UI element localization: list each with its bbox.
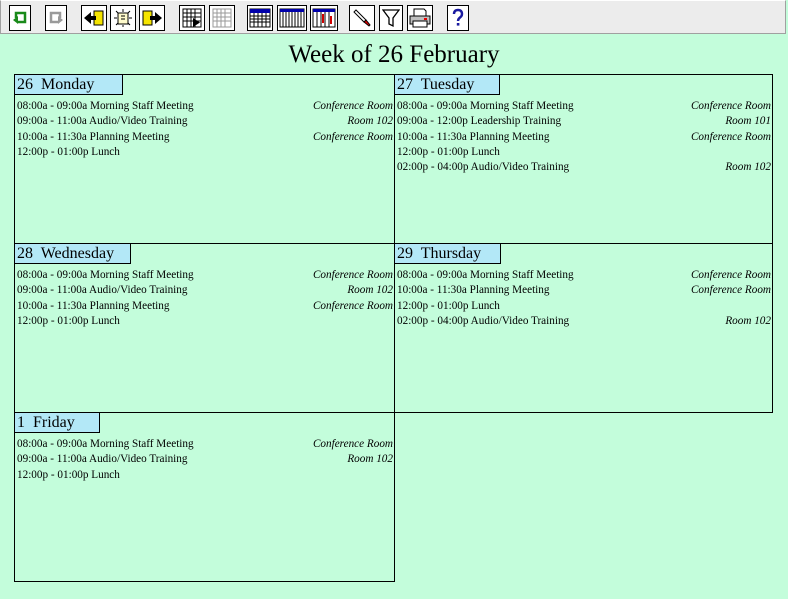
columns-view-button[interactable] bbox=[277, 5, 307, 31]
today-button[interactable] bbox=[110, 5, 136, 31]
grid-play-icon bbox=[182, 8, 202, 28]
day-cell-wednesday[interactable]: 28 Wednesday 08:00a - 09:00a Morning Sta… bbox=[14, 243, 395, 413]
event-location: Room 102 bbox=[347, 453, 393, 466]
help-button[interactable] bbox=[447, 5, 469, 31]
event-location: Room 102 bbox=[725, 314, 771, 327]
day-cell-friday[interactable]: 1 Friday 08:00a - 09:00a Morning Staff M… bbox=[14, 412, 395, 582]
event-location: Conference Room bbox=[312, 269, 393, 281]
highlighter-icon bbox=[353, 9, 371, 27]
question-mark-icon bbox=[452, 8, 464, 26]
event-item[interactable]: 10:00a - 11:30a Planning Meeting Conferen… bbox=[397, 130, 772, 145]
event-item[interactable]: 08:00a - 09:00a Morning Staff Meeting Con… bbox=[397, 268, 772, 283]
event-location: Room 102 bbox=[347, 284, 393, 297]
filter-button[interactable] bbox=[379, 5, 403, 31]
event-item[interactable]: 10:00a - 11:30a Planning Meeting Conferen… bbox=[17, 130, 394, 145]
page-title: Week of 26 February bbox=[288, 41, 500, 68]
event-location: Conference Room bbox=[312, 438, 393, 450]
event-item[interactable]: 09:00a - 12:00p Leadership Training Room … bbox=[397, 114, 772, 129]
event-location: Room 102 bbox=[347, 115, 393, 128]
printer-icon bbox=[409, 8, 431, 28]
calendar-grid-icon bbox=[249, 8, 271, 28]
grid-icon bbox=[212, 8, 232, 28]
columns-icon bbox=[279, 8, 305, 28]
next-button[interactable] bbox=[139, 5, 165, 31]
play-button[interactable] bbox=[179, 5, 205, 31]
blank-grid-button[interactable] bbox=[209, 5, 235, 31]
event-location: Conference Room bbox=[312, 100, 393, 112]
day-header-tuesday: 27 Tuesday bbox=[395, 75, 500, 95]
day-cell-monday[interactable]: 26 Monday 08:00a - 09:00a Morning Staff … bbox=[14, 74, 395, 244]
event-list: 08:00a - 09:00a Morning Staff Meeting Con… bbox=[17, 99, 394, 160]
event-location: Conference Room bbox=[690, 269, 771, 281]
event-item[interactable]: 12:00p - 01:00p Lunch bbox=[17, 468, 394, 483]
event-list: 08:00a - 09:00a Morning Staff Meeting Con… bbox=[17, 437, 394, 483]
event-item[interactable]: 08:00a - 09:00a Morning Staff Meeting Con… bbox=[17, 437, 394, 452]
day-header-thursday: 29 Thursday bbox=[395, 244, 501, 264]
day-cell-thursday[interactable]: 29 Thursday 08:00a - 09:00a Morning Staf… bbox=[394, 243, 773, 413]
event-list: 08:00a - 09:00a Morning Staff Meeting Con… bbox=[397, 268, 772, 329]
day-header-friday: 1 Friday bbox=[15, 413, 100, 433]
funnel-icon bbox=[382, 9, 400, 28]
timeline-view-button[interactable] bbox=[310, 5, 338, 31]
event-location: Conference Room bbox=[312, 130, 393, 143]
event-item[interactable]: 08:00a - 09:00a Morning Staff Meeting Con… bbox=[17, 99, 394, 114]
arrow-right-icon bbox=[142, 10, 162, 26]
event-location: Room 102 bbox=[725, 161, 771, 174]
previous-button[interactable] bbox=[81, 5, 107, 31]
event-location: Conference Room bbox=[690, 130, 771, 143]
event-item[interactable]: 09:00a - 11:00a Audio/Video Training Room… bbox=[17, 114, 394, 129]
event-list: 08:00a - 09:00a Morning Staff Meeting Con… bbox=[17, 268, 394, 329]
event-location: Room 101 bbox=[725, 115, 771, 128]
sun-icon bbox=[114, 9, 132, 27]
undo-arrow-icon bbox=[13, 11, 27, 24]
event-item[interactable]: 08:00a - 09:00a Morning Staff Meeting Con… bbox=[397, 99, 772, 114]
day-header-wednesday: 28 Wednesday bbox=[15, 244, 131, 264]
event-item[interactable]: 10:00a - 11:30a Planning Meeting Conferen… bbox=[17, 299, 394, 314]
event-location: Conference Room bbox=[312, 299, 393, 312]
event-item[interactable]: 12:00p - 01:00p Lunch bbox=[397, 145, 772, 160]
event-item[interactable]: 10:00a - 11:30a Planning Meeting Conferen… bbox=[397, 283, 772, 298]
event-item[interactable]: 09:00a - 11:00a Audio/Video Training Room… bbox=[17, 452, 394, 467]
event-location: Conference Room bbox=[690, 284, 771, 297]
week-view-button[interactable] bbox=[247, 5, 273, 31]
event-location: Conference Room bbox=[690, 100, 771, 112]
toolbar bbox=[0, 0, 786, 34]
redo-arrow-icon bbox=[49, 11, 63, 24]
redo-button[interactable] bbox=[45, 5, 67, 31]
arrow-left-icon bbox=[84, 10, 104, 26]
event-item[interactable]: 02:00p - 04:00p Audio/Video Training Room… bbox=[397, 160, 772, 175]
event-item[interactable]: 12:00p - 01:00p Lunch bbox=[17, 145, 394, 160]
event-item[interactable]: 09:00a - 11:00a Audio/Video Training Room… bbox=[17, 283, 394, 298]
highlight-button[interactable] bbox=[349, 5, 375, 31]
timeline-icon bbox=[312, 8, 336, 28]
event-item[interactable]: 12:00p - 01:00p Lunch bbox=[397, 299, 772, 314]
event-item[interactable]: 02:00p - 04:00p Audio/Video Training Room… bbox=[397, 314, 772, 329]
print-button[interactable] bbox=[407, 5, 433, 31]
day-header-monday: 26 Monday bbox=[15, 75, 123, 95]
event-item[interactable]: 08:00a - 09:00a Morning Staff Meeting Con… bbox=[17, 268, 394, 283]
undo-button[interactable] bbox=[9, 5, 31, 31]
day-cell-tuesday[interactable]: 27 Tuesday 08:00a - 09:00a Morning Staff… bbox=[394, 74, 773, 244]
event-item[interactable]: 12:00p - 01:00p Lunch bbox=[17, 314, 394, 329]
event-list: 08:00a - 09:00a Morning Staff Meeting Con… bbox=[397, 99, 772, 175]
